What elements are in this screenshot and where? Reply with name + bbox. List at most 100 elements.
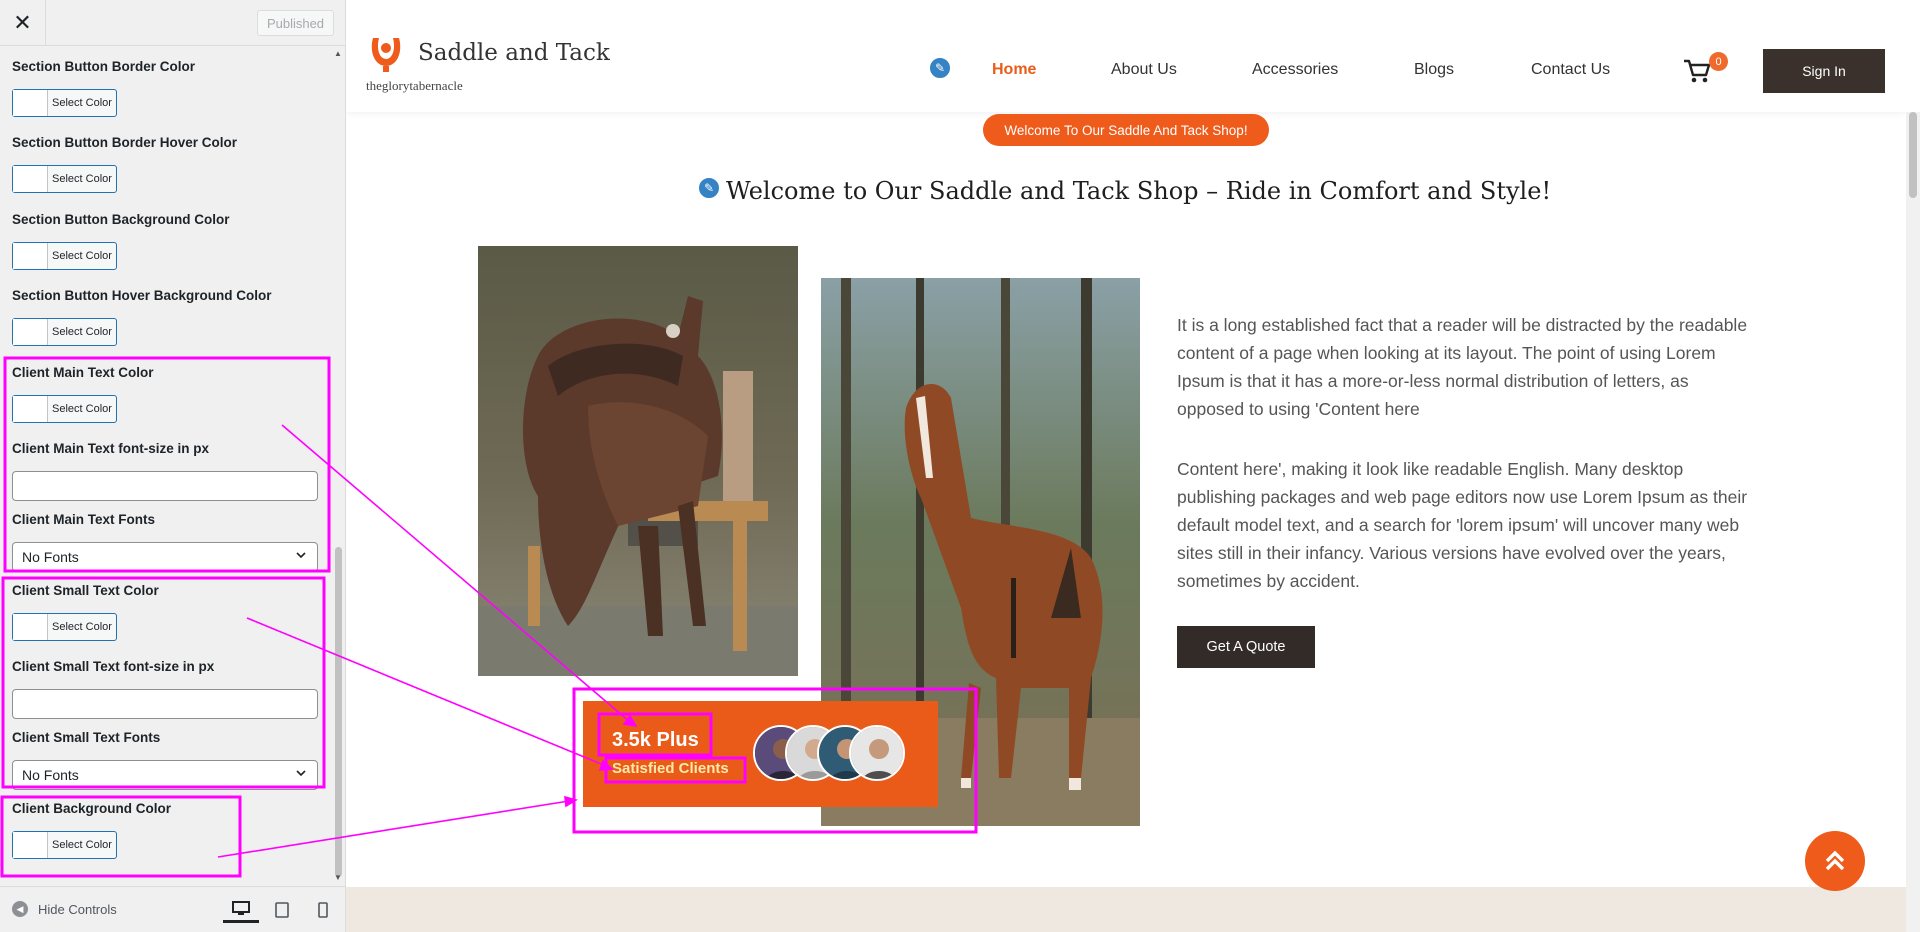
select-color-label: Select Color	[52, 173, 112, 185]
select-color-button[interactable]: Select Color	[12, 242, 117, 270]
chevron-down-icon	[295, 767, 307, 782]
color-swatch	[13, 396, 48, 422]
select-color-button[interactable]: Select Color	[12, 831, 117, 859]
cart-count-badge: 0	[1709, 52, 1728, 71]
select-color-label: Select Color	[52, 326, 112, 338]
field-label: Client Main Text font-size in px	[12, 441, 210, 456]
color-swatch	[13, 166, 48, 192]
field-client-main-text-fonts: Client Main Text Fonts No Fonts	[12, 512, 318, 572]
field-label: Section Button Background Color	[12, 212, 230, 227]
client-main-fonts-select[interactable]: No Fonts	[12, 542, 318, 572]
field-label: Client Main Text Color	[12, 365, 154, 380]
published-button[interactable]: Published	[257, 10, 334, 36]
site-title[interactable]: Saddle and Tack	[418, 40, 610, 66]
client-main-text: 3.5k Plus	[612, 729, 699, 751]
field-client-background-color: Client Background Color Select Color	[12, 801, 172, 859]
chevron-down-icon	[295, 549, 307, 564]
select-color-label: Select Color	[52, 621, 112, 633]
field-section-button-border-color: Section Button Border Color Select Color	[12, 59, 195, 117]
select-color-label: Select Color	[52, 97, 112, 109]
select-color-button[interactable]: Select Color	[12, 318, 117, 346]
site-header: Saddle and Tack theglorytabernacle ✎ Hom…	[346, 0, 1906, 112]
shopping-cart-icon[interactable]	[1682, 58, 1712, 84]
hide-controls-label: Hide Controls	[38, 901, 117, 917]
nav-blogs[interactable]: Blogs	[1414, 61, 1454, 79]
color-swatch	[13, 90, 48, 116]
mobile-preview-button[interactable]	[305, 897, 341, 923]
nav-about-us[interactable]: About Us	[1111, 61, 1177, 79]
hide-controls-button[interactable]: ◀ Hide Controls	[12, 901, 117, 917]
nav-contact-us[interactable]: Contact Us	[1531, 61, 1610, 79]
field-client-main-text-color: Client Main Text Color Select Color	[12, 365, 154, 423]
nav-home[interactable]: Home	[992, 61, 1036, 79]
sidebar-scrollbar[interactable]: ▲ ▼	[332, 47, 345, 885]
scroll-to-top-button[interactable]	[1805, 831, 1865, 891]
client-avatar	[849, 725, 905, 781]
edit-shortcut-pencil-icon[interactable]: ✎	[697, 176, 721, 200]
sidebar-footer: ◀ Hide Controls	[0, 886, 345, 932]
welcome-badge: Welcome To Our Saddle And Tack Shop!	[983, 114, 1269, 146]
sidebar-scroll-thumb[interactable]	[335, 547, 342, 877]
select-color-button[interactable]: Select Color	[12, 89, 117, 117]
field-client-small-text-color: Client Small Text Color Select Color	[12, 583, 159, 641]
field-client-main-text-font-size: Client Main Text font-size in px	[12, 441, 318, 501]
selected-font: No Fonts	[22, 767, 79, 783]
page-heading: Welcome to Our Saddle and Tack Shop – Ri…	[726, 177, 1552, 205]
field-label: Client Small Text Fonts	[12, 730, 161, 745]
tablet-preview-button[interactable]	[264, 897, 300, 923]
collapse-arrow-icon: ◀	[12, 901, 28, 917]
select-color-label: Select Color	[52, 839, 112, 851]
tablet-icon	[275, 902, 289, 918]
field-client-small-text-fonts: Client Small Text Fonts No Fonts	[12, 730, 318, 790]
site-preview: Saddle and Tack theglorytabernacle ✎ Hom…	[346, 0, 1906, 932]
field-label: Client Small Text Color	[12, 583, 159, 598]
select-color-button[interactable]: Select Color	[12, 395, 117, 423]
customizer-sidebar: ✕ Published Section Button Border Color …	[0, 0, 346, 932]
client-small-fonts-select[interactable]: No Fonts	[12, 760, 318, 790]
horseshoe-logo-icon[interactable]	[365, 32, 407, 74]
field-label: Client Small Text font-size in px	[12, 659, 215, 674]
selected-font: No Fonts	[22, 549, 79, 565]
preview-scrollbar[interactable]	[1906, 112, 1920, 932]
client-small-text: Satisfied Clients	[612, 760, 729, 777]
nav-accessories[interactable]: Accessories	[1252, 61, 1338, 79]
site-tagline: theglorytabernacle	[366, 78, 463, 93]
sidebar-header: ✕ Published	[0, 0, 345, 46]
field-label: Client Background Color	[12, 801, 172, 816]
field-label: Section Button Border Hover Color	[12, 135, 238, 150]
intro-paragraph-2: Content here', making it look like reada…	[1177, 459, 1748, 591]
edit-shortcut-pencil-icon[interactable]: ✎	[928, 56, 952, 80]
mobile-icon	[318, 902, 328, 918]
client-stats-box: 3.5k Plus Satisfied Clients	[583, 701, 938, 807]
client-small-font-size-input[interactable]	[12, 689, 318, 719]
color-swatch	[13, 832, 48, 858]
color-swatch	[13, 243, 48, 269]
sidebar-controls: Section Button Border Color Select Color…	[0, 47, 332, 885]
select-color-button[interactable]: Select Color	[12, 165, 117, 193]
field-section-button-background-color: Section Button Background Color Select C…	[12, 212, 230, 270]
field-label: Section Button Border Color	[12, 59, 195, 74]
color-swatch	[13, 319, 48, 345]
select-color-label: Select Color	[52, 403, 112, 415]
saddle-photo	[478, 246, 798, 676]
preview-scroll-thumb[interactable]	[1909, 112, 1917, 198]
client-main-font-size-input[interactable]	[12, 471, 318, 501]
sign-in-button[interactable]: Sign In	[1763, 49, 1885, 93]
double-chevron-up-icon	[1825, 850, 1845, 871]
select-color-label: Select Color	[52, 250, 112, 262]
color-swatch	[13, 614, 48, 640]
scroll-down-arrow-icon[interactable]: ▼	[334, 873, 342, 882]
select-color-button[interactable]: Select Color	[12, 613, 117, 641]
next-section-band	[346, 887, 1906, 932]
field-section-button-border-hover-color: Section Button Border Hover Color Select…	[12, 135, 238, 193]
field-client-small-text-font-size: Client Small Text font-size in px	[12, 659, 318, 719]
scroll-up-arrow-icon[interactable]: ▲	[334, 49, 342, 58]
close-customizer-button[interactable]: ✕	[0, 0, 46, 46]
desktop-preview-button[interactable]	[223, 897, 259, 923]
field-section-button-hover-background-color: Section Button Hover Background Color Se…	[12, 288, 272, 346]
get-a-quote-button[interactable]: Get A Quote	[1177, 626, 1315, 668]
field-label: Section Button Hover Background Color	[12, 288, 272, 303]
intro-paragraph-1: It is a long established fact that a rea…	[1177, 315, 1748, 419]
desktop-icon	[232, 900, 250, 915]
field-label: Client Main Text Fonts	[12, 512, 156, 527]
